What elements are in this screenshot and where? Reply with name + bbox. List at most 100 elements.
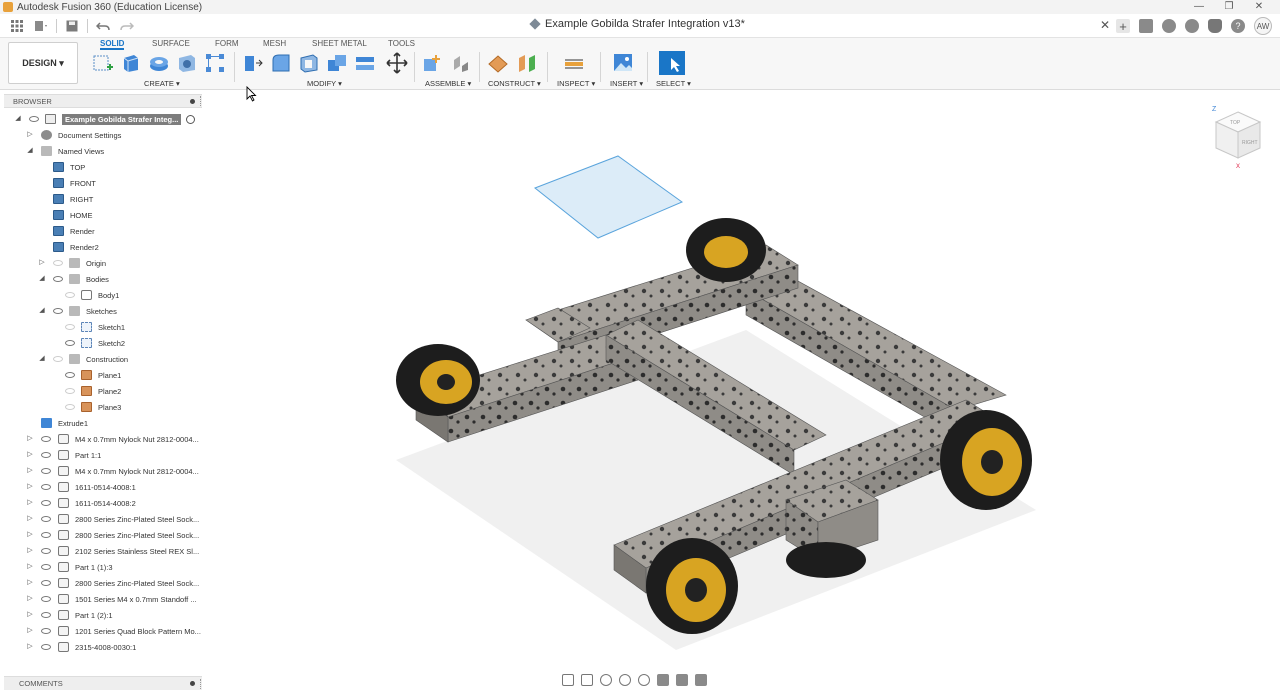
shell-icon[interactable]: [298, 52, 320, 74]
resize-handle[interactable]: [200, 96, 202, 106]
browser-item[interactable]: Body1: [0, 287, 206, 303]
fillet-icon[interactable]: [270, 52, 292, 74]
browser-item[interactable]: TOP: [0, 159, 206, 175]
browser-item[interactable]: HOME: [0, 207, 206, 223]
browser-item[interactable]: ▷ 2800 Series Zinc-Plated Steel Sock...: [0, 575, 206, 591]
browser-item[interactable]: ▷ Part 1 (1):3: [0, 559, 206, 575]
tab-mesh[interactable]: MESH: [263, 39, 286, 50]
expand-triangle-icon[interactable]: ▷: [26, 547, 34, 555]
visibility-eye-icon[interactable]: [65, 388, 75, 394]
browser-item[interactable]: ◢ Named Views: [0, 143, 206, 159]
tab-tools[interactable]: TOOLS: [388, 39, 415, 50]
close-window-button[interactable]: ✕: [1244, 0, 1274, 14]
midplane-icon[interactable]: [516, 52, 538, 74]
extensions-icon[interactable]: [1162, 19, 1176, 33]
grid-snaps-icon[interactable]: [676, 674, 688, 686]
visibility-eye-icon[interactable]: [41, 452, 51, 458]
select-menu[interactable]: SELECT ▾: [656, 79, 691, 88]
browser-item[interactable]: ▷ M4 x 0.7mm Nylock Nut 2812-0004...: [0, 431, 206, 447]
browser-item[interactable]: ▷ Origin: [0, 255, 206, 271]
expand-triangle-icon[interactable]: ▷: [26, 531, 34, 539]
minimize-button[interactable]: —: [1184, 0, 1214, 14]
expand-triangle-icon[interactable]: ▷: [26, 611, 34, 619]
tab-surface[interactable]: SURFACE: [152, 39, 190, 50]
design-canvas[interactable]: [206, 90, 1280, 670]
restore-button[interactable]: ❐: [1214, 0, 1244, 14]
save-icon[interactable]: [63, 17, 81, 35]
browser-item[interactable]: ▷ 2800 Series Zinc-Plated Steel Sock...: [0, 527, 206, 543]
pan-icon[interactable]: [600, 674, 612, 686]
workspace-switcher[interactable]: DESIGN ▾: [8, 42, 78, 84]
hole-icon[interactable]: [176, 52, 198, 74]
app-grid-icon[interactable]: [8, 17, 26, 35]
browser-item[interactable]: Plane3: [0, 399, 206, 415]
visibility-eye-icon[interactable]: [41, 532, 51, 538]
job-status-icon[interactable]: [1139, 19, 1153, 33]
modify-menu[interactable]: MODIFY ▾: [307, 79, 342, 88]
expand-triangle-icon[interactable]: ▷: [26, 131, 34, 139]
visibility-eye-icon[interactable]: [41, 516, 51, 522]
browser-item[interactable]: Sketch1: [0, 319, 206, 335]
expand-triangle-icon[interactable]: ▷: [38, 259, 46, 267]
browser-item[interactable]: Plane1: [0, 367, 206, 383]
visibility-eye-icon[interactable]: [65, 404, 75, 410]
collapse-triangle-icon[interactable]: ◢: [14, 115, 22, 123]
visibility-eye-icon[interactable]: [41, 580, 51, 586]
browser-item[interactable]: ▷ 1201 Series Quad Block Pattern Mo...: [0, 623, 206, 639]
browser-item[interactable]: FRONT: [0, 175, 206, 191]
document-tab[interactable]: Example Gobilda Strafer Integration v13*: [529, 18, 745, 30]
expand-triangle-icon[interactable]: ▷: [26, 515, 34, 523]
online-status-icon[interactable]: [1185, 19, 1199, 33]
visibility-eye-icon[interactable]: [41, 628, 51, 634]
comments-panel[interactable]: COMMENTS: [4, 676, 202, 690]
browser-item[interactable]: ▷ 2102 Series Stainless Steel REX Sl...: [0, 543, 206, 559]
close-tab-button[interactable]: ✕: [1100, 18, 1110, 32]
extrude-icon[interactable]: [120, 52, 142, 74]
press-pull-icon[interactable]: [242, 52, 264, 74]
redo-icon[interactable]: [118, 17, 136, 35]
activate-radio-icon[interactable]: [186, 114, 195, 124]
user-avatar[interactable]: AW: [1254, 17, 1272, 35]
expand-triangle-icon[interactable]: ▷: [26, 499, 34, 507]
visibility-eye-icon[interactable]: [53, 308, 63, 314]
expand-triangle-icon[interactable]: ▷: [26, 467, 34, 475]
display-settings-icon[interactable]: [657, 674, 669, 686]
inspect-menu[interactable]: INSPECT ▾: [557, 79, 595, 88]
tab-sheet-metal[interactable]: SHEET METAL: [312, 39, 367, 50]
new-tab-icon[interactable]: +: [1116, 19, 1130, 34]
expand-triangle-icon[interactable]: ▷: [26, 483, 34, 491]
tab-form[interactable]: FORM: [215, 39, 239, 50]
collapse-triangle-icon[interactable]: ◢: [38, 355, 46, 363]
browser-item[interactable]: ▷ Document Settings: [0, 127, 206, 143]
visibility-eye-icon[interactable]: [29, 116, 39, 122]
measure-icon[interactable]: [563, 52, 585, 74]
split-body-icon[interactable]: [354, 52, 376, 74]
browser-item[interactable]: ▷ 1611-0514-4008:2: [0, 495, 206, 511]
move-copy-icon[interactable]: [386, 52, 408, 74]
browser-item[interactable]: Extrude1: [0, 415, 206, 431]
visibility-eye-icon[interactable]: [65, 372, 75, 378]
select-icon[interactable]: [658, 50, 686, 76]
browser-item[interactable]: Render2: [0, 239, 206, 255]
pin-icon[interactable]: [190, 98, 195, 104]
browser-item[interactable]: ▷ 1611-0514-4008:1: [0, 479, 206, 495]
zoom-icon[interactable]: [619, 674, 631, 686]
browser-item[interactable]: ◢ Construction: [0, 351, 206, 367]
insert-image-icon[interactable]: [612, 52, 634, 74]
browser-item[interactable]: ◢ Sketches: [0, 303, 206, 319]
orbit-icon[interactable]: [562, 674, 574, 686]
sketch-plane[interactable]: [534, 155, 684, 239]
offset-plane-icon[interactable]: [487, 52, 509, 74]
expand-triangle-icon[interactable]: ▷: [26, 579, 34, 587]
resize-handle[interactable]: [200, 678, 202, 689]
visibility-eye-icon[interactable]: [41, 548, 51, 554]
pin-icon[interactable]: [190, 681, 195, 686]
visibility-eye-icon[interactable]: [41, 612, 51, 618]
browser-item[interactable]: ▷ Part 1:1: [0, 447, 206, 463]
collapse-triangle-icon[interactable]: ◢: [26, 147, 34, 155]
visibility-eye-icon[interactable]: [41, 596, 51, 602]
browser-item[interactable]: ▷ M4 x 0.7mm Nylock Nut 2812-0004...: [0, 463, 206, 479]
visibility-eye-icon[interactable]: [41, 468, 51, 474]
expand-triangle-icon[interactable]: ▷: [26, 643, 34, 651]
expand-triangle-icon[interactable]: ▷: [26, 563, 34, 571]
